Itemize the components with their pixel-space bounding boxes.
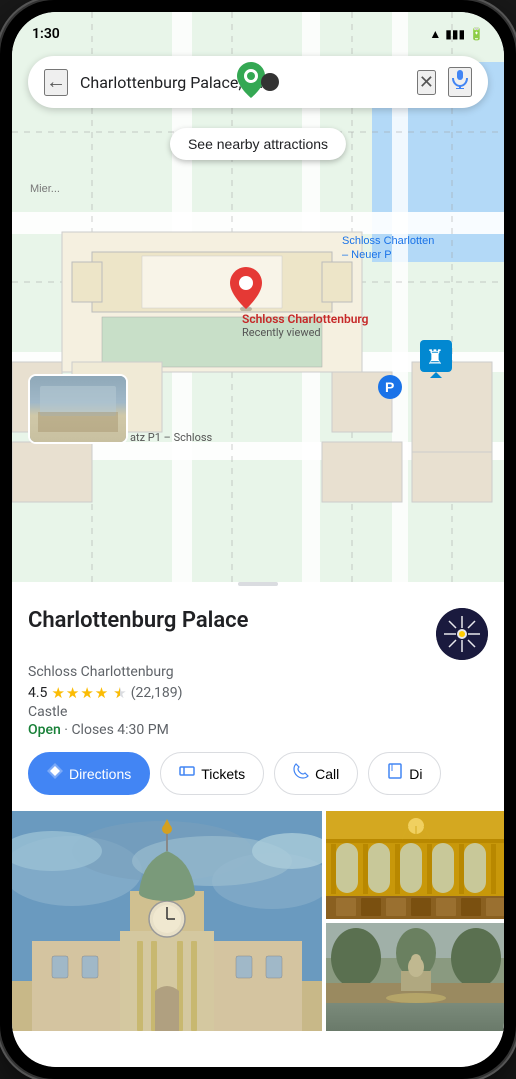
microphone-icon bbox=[450, 69, 470, 89]
ticket-icon bbox=[179, 763, 195, 784]
location-pin-icon bbox=[230, 267, 262, 311]
wifi-icon: ▲ bbox=[429, 27, 441, 41]
palace-exterior-image bbox=[12, 811, 322, 1031]
svg-text:Mier...: Mier... bbox=[30, 183, 60, 195]
rating-count: (22,189) bbox=[131, 685, 183, 701]
place-header: Charlottenburg Palace bbox=[28, 608, 488, 660]
battery-icon: 🔋 bbox=[469, 27, 484, 41]
status-bar: 1:30 ▲ ▮▮▮ 🔋 bbox=[12, 12, 504, 48]
phone-screen: 1:30 ▲ ▮▮▮ 🔋 bbox=[12, 12, 504, 1067]
marker-label: Schloss Charlottenburg Recently viewed bbox=[242, 312, 368, 339]
parking-label: atz P1 – Schloss bbox=[130, 431, 212, 444]
back-button[interactable]: ← bbox=[44, 69, 68, 96]
street-view-scene bbox=[30, 376, 126, 442]
phone-svg-icon bbox=[293, 763, 309, 779]
save-svg-icon bbox=[387, 763, 403, 779]
street-view-thumbnail[interactable] bbox=[28, 374, 128, 444]
place-avatar[interactable] bbox=[436, 608, 488, 660]
place-status: Open · Closes 4:30 PM bbox=[28, 722, 488, 738]
google-map-logo bbox=[237, 62, 279, 98]
directions-label: Directions bbox=[69, 766, 131, 782]
palace-interior-image bbox=[326, 811, 504, 919]
status-icons: ▲ ▮▮▮ 🔋 bbox=[429, 27, 484, 41]
call-button[interactable]: Call bbox=[274, 752, 358, 795]
call-label: Call bbox=[315, 766, 339, 782]
place-info: Charlottenburg Palace bbox=[28, 608, 248, 634]
microphone-button[interactable] bbox=[448, 67, 472, 97]
more-button[interactable]: Di bbox=[368, 752, 441, 795]
svg-text:Schloss Charlotten: Schloss Charlotten bbox=[342, 235, 434, 247]
avatar-image bbox=[436, 608, 488, 660]
side-photos[interactable] bbox=[326, 811, 504, 1031]
more-label: Di bbox=[409, 766, 422, 782]
photo-grid[interactable] bbox=[12, 811, 504, 1031]
open-status: Open bbox=[28, 722, 61, 738]
action-buttons: Directions Tickets bbox=[28, 752, 488, 795]
tickets-label: Tickets bbox=[201, 766, 245, 782]
save-icon bbox=[387, 763, 403, 784]
signal-icon: ▮▮▮ bbox=[445, 27, 465, 41]
castle-icon: ♜ bbox=[420, 340, 452, 382]
map-area[interactable]: Mier... Schloss Charlotten – Neuer P P bbox=[12, 12, 504, 582]
place-type: Castle bbox=[28, 704, 488, 720]
phone-icon bbox=[293, 763, 309, 784]
tickets-button[interactable]: Tickets bbox=[160, 752, 264, 795]
directions-button[interactable]: Directions bbox=[28, 752, 150, 795]
palace-garden-image bbox=[326, 923, 504, 1003]
stars-icon: ★★★★ bbox=[51, 684, 109, 702]
side-photo-top[interactable] bbox=[326, 811, 504, 919]
main-photo[interactable] bbox=[12, 811, 322, 1031]
nearby-attractions-button[interactable]: See nearby attractions bbox=[170, 128, 346, 160]
svg-text:P: P bbox=[385, 379, 394, 395]
drag-handle[interactable] bbox=[238, 582, 278, 586]
rating-value: 4.5 bbox=[28, 685, 47, 701]
map-marker[interactable] bbox=[230, 267, 262, 315]
close-time-text: Closes 4:30 PM bbox=[71, 722, 168, 738]
clear-button[interactable]: ✕ bbox=[417, 70, 436, 95]
half-star-icon: ★ ★ bbox=[113, 684, 126, 702]
directions-icon bbox=[47, 763, 63, 784]
svg-text:♜: ♜ bbox=[426, 345, 444, 369]
castle-map-icon: ♜ bbox=[420, 340, 452, 378]
status-time: 1:30 bbox=[32, 26, 60, 42]
side-photo-bottom[interactable] bbox=[326, 923, 504, 1031]
ticket-svg-icon bbox=[179, 763, 195, 779]
place-title: Charlottenburg Palace bbox=[28, 608, 248, 634]
place-subtitle: Schloss Charlottenburg bbox=[28, 664, 488, 680]
phone-frame: 1:30 ▲ ▮▮▮ 🔋 bbox=[0, 0, 516, 1079]
svg-text:– Neuer P: – Neuer P bbox=[342, 249, 392, 261]
bottom-sheet: Charlottenburg Palace bbox=[12, 592, 504, 1067]
place-rating: 4.5 ★★★★ ★ ★ (22,189) bbox=[28, 684, 488, 702]
diamond-nav-icon bbox=[47, 763, 63, 779]
